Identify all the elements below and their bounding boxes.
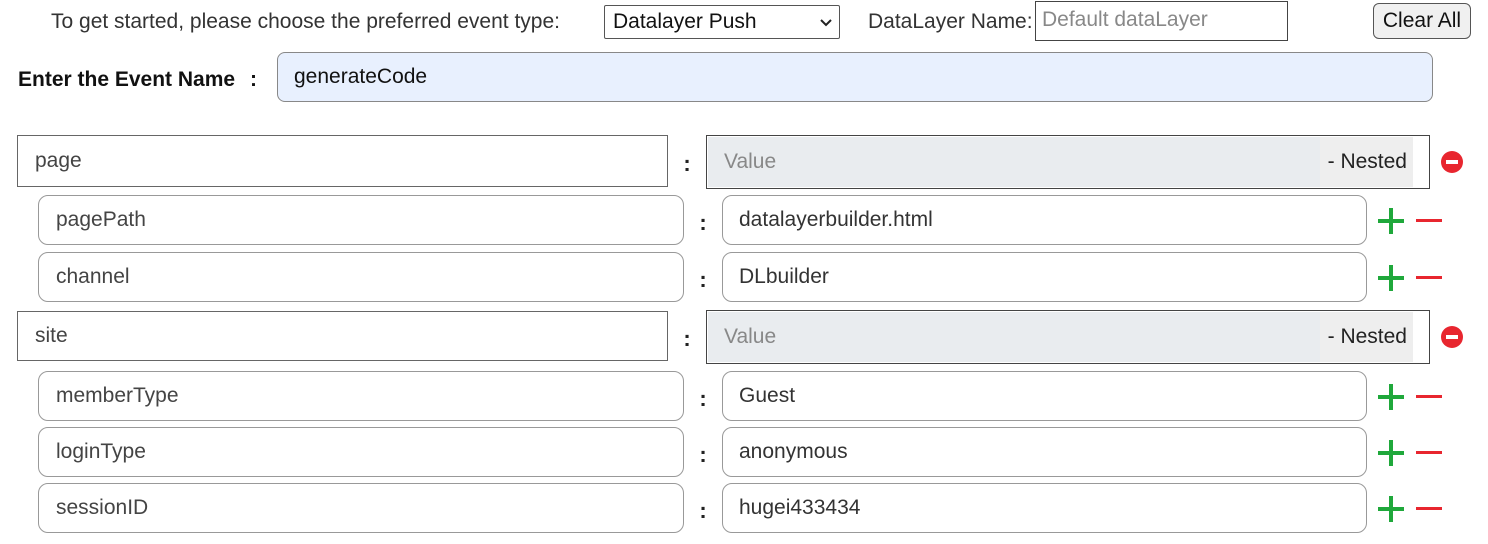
child-key-input[interactable]: channel — [38, 252, 684, 302]
child-key-text: channel — [56, 265, 130, 288]
clear-all-button[interactable]: Clear All — [1373, 3, 1471, 39]
child-key-input[interactable]: sessionID — [38, 483, 684, 533]
child-key-text: loginType — [56, 440, 146, 463]
child-key-input[interactable]: loginType — [38, 427, 684, 477]
event-name-label: Enter the Event Name — [18, 68, 236, 91]
child-value-text: datalayerbuilder.html — [739, 208, 933, 231]
child-value-input[interactable]: Guest — [722, 371, 1367, 421]
group-key-text: site — [35, 324, 68, 347]
key-value-separator: : — [683, 151, 691, 176]
child-key-text: pagePath — [56, 208, 146, 231]
nested-value-input[interactable]: Value — [708, 312, 1336, 362]
plus-icon[interactable] — [1377, 264, 1405, 292]
event-type-select[interactable]: Datalayer Push — [604, 5, 840, 39]
child-value-text: anonymous — [739, 440, 848, 463]
key-value-separator: : — [699, 210, 707, 235]
nested-label: - Nested — [1320, 312, 1413, 362]
child-value-input[interactable]: DLbuilder — [722, 252, 1367, 302]
remove-circle-icon[interactable] — [1440, 150, 1464, 174]
event-name-input[interactable]: generateCode — [277, 52, 1433, 102]
datalayer-name-label: DataLayer Name: — [868, 10, 1033, 33]
remove-circle-icon[interactable] — [1440, 325, 1464, 349]
nested-value-field[interactable]: Value - Nested — [706, 135, 1430, 189]
child-key-text: sessionID — [56, 496, 149, 519]
plus-icon[interactable] — [1377, 207, 1405, 235]
child-value-text: DLbuilder — [739, 265, 829, 288]
event-type-selected: Datalayer Push — [613, 10, 757, 33]
group-key-input[interactable]: page — [17, 135, 668, 187]
group-key-text: page — [35, 149, 82, 172]
minus-icon[interactable] — [1415, 439, 1443, 467]
minus-icon[interactable] — [1415, 264, 1443, 292]
key-value-separator: : — [699, 498, 707, 523]
minus-icon[interactable] — [1415, 207, 1443, 235]
intro-text: To get started, please choose the prefer… — [51, 10, 560, 33]
child-value-text: hugei433434 — [739, 496, 861, 519]
child-value-input[interactable]: datalayerbuilder.html — [722, 195, 1367, 245]
plus-icon[interactable] — [1377, 383, 1405, 411]
child-key-input[interactable]: pagePath — [38, 195, 684, 245]
key-value-separator: : — [699, 386, 707, 411]
datalayer-name-input[interactable]: Default dataLayer — [1035, 1, 1288, 41]
nested-value-field[interactable]: Value - Nested — [706, 310, 1430, 364]
minus-icon[interactable] — [1415, 383, 1443, 411]
datalayer-builder: To get started, please choose the prefer… — [0, 0, 1488, 544]
minus-icon[interactable] — [1415, 495, 1443, 523]
key-value-separator: : — [699, 267, 707, 292]
child-value-text: Guest — [739, 384, 796, 407]
group-key-input[interactable]: site — [17, 311, 668, 361]
plus-icon[interactable] — [1377, 439, 1405, 467]
key-value-separator: : — [683, 326, 691, 351]
child-key-text: memberType — [56, 384, 179, 407]
child-value-input[interactable]: hugei433434 — [722, 483, 1367, 533]
plus-icon[interactable] — [1377, 495, 1405, 523]
child-key-input[interactable]: memberType — [38, 371, 684, 421]
nested-label: - Nested — [1320, 137, 1413, 187]
event-name-colon: : — [250, 68, 257, 91]
child-value-input[interactable]: anonymous — [722, 427, 1367, 477]
key-value-separator: : — [699, 442, 707, 467]
nested-value-input[interactable]: Value — [708, 137, 1336, 187]
chevron-down-icon — [820, 19, 832, 27]
